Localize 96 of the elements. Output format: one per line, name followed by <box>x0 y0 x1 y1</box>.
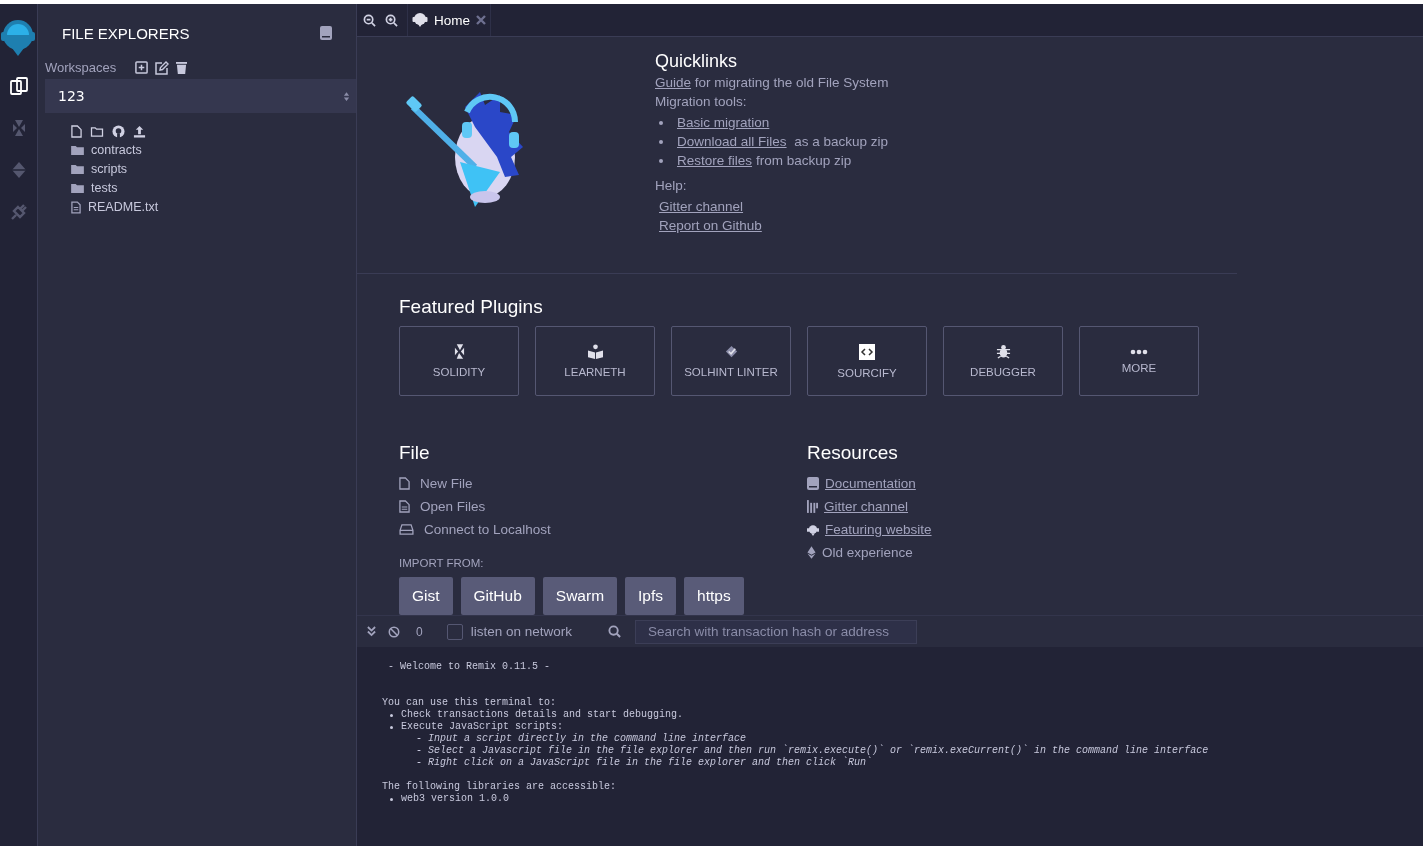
workspaces-label: Workspaces <box>45 60 117 75</box>
import-button[interactable]: Gist <box>399 577 453 615</box>
close-icon[interactable] <box>476 15 486 25</box>
help-label: Help: <box>655 178 688 193</box>
sort-icon <box>343 90 350 102</box>
ethereum-icon <box>807 546 816 559</box>
bullet-icon <box>390 725 393 729</box>
reader-icon <box>587 344 603 359</box>
document-icon <box>399 500 410 513</box>
file-action[interactable]: Connect to Localhost <box>399 518 807 541</box>
resources-heading: Resources <box>807 442 899 464</box>
terminal-line: - Select a Javascript file in the file explorer and then run `remix.execute()` or `remix.exeCurrent()` in the command line interface <box>415 745 1210 757</box>
book-icon[interactable] <box>320 26 332 40</box>
folder-icon <box>71 164 84 174</box>
plugin-button[interactable]: SOLIDITY <box>399 326 519 396</box>
file-item[interactable]: README.txt <box>71 199 356 215</box>
github-icon[interactable] <box>112 124 125 138</box>
bullet-icon <box>659 120 663 125</box>
search-field[interactable]: Search with transaction hash or address <box>635 619 917 644</box>
plugin-button[interactable]: SOURCIFY <box>807 326 927 396</box>
import-label: IMPORT FROM: <box>399 557 485 569</box>
resource-link[interactable]: Documentation <box>825 476 916 491</box>
trash-icon[interactable] <box>176 61 188 74</box>
code-icon <box>859 343 875 360</box>
terminal-line: Execute JavaScript scripts: <box>401 721 564 733</box>
transaction-count: 0 <box>416 624 423 639</box>
clear-icon[interactable] <box>388 625 400 638</box>
terminal-line: - Welcome to Remix 0.11.5 - <box>387 661 552 673</box>
folder-icon <box>71 183 84 193</box>
migration-label: Migration tools: <box>655 94 748 109</box>
more-icon <box>1130 348 1148 355</box>
import-button[interactable]: GitHub <box>460 577 535 615</box>
workspace-select[interactable]: 123 <box>45 79 356 113</box>
terminal-line: - Right click on a JavaScript file in the file explorer and then click `Run` <box>415 757 873 769</box>
folder-icon <box>71 145 84 155</box>
listen-label: listen on network <box>470 624 572 639</box>
panel-title: FILE EXPLORERS <box>62 24 190 42</box>
plugin-button[interactable]: DEBUGGER <box>943 326 1063 396</box>
upload-icon[interactable] <box>133 124 146 138</box>
terminal-line: Check transactions details and start debugging. <box>401 709 684 721</box>
migration-link[interactable]: Basic migration <box>677 115 770 130</box>
listen-checkbox[interactable] <box>446 623 463 640</box>
file-action[interactable]: New File <box>399 472 807 495</box>
terminal-line: web3 version 1.0.0 <box>401 793 510 805</box>
file-explorer-icon[interactable] <box>8 76 29 96</box>
edit-icon[interactable] <box>155 60 170 75</box>
resource-link[interactable]: Featuring website <box>825 522 932 537</box>
zoom-in-icon[interactable] <box>385 13 398 27</box>
headset-icon <box>412 12 428 28</box>
help-link[interactable]: Gitter channel <box>659 199 744 214</box>
zoom-out-icon[interactable] <box>363 13 376 27</box>
drive-icon <box>399 524 414 535</box>
solidity-icon <box>453 344 465 359</box>
quicklinks-heading: Quicklinks <box>655 51 739 72</box>
plugin-button[interactable]: MORE <box>1079 326 1199 396</box>
new-file-icon[interactable] <box>71 124 82 138</box>
migration-text: from backup zip <box>756 153 852 168</box>
headset-icon <box>807 523 819 536</box>
terminal-line: The following libraries are accessible: <box>382 781 618 793</box>
check-diamond-icon <box>723 344 739 359</box>
bullet-icon <box>659 158 663 163</box>
folder-item[interactable]: tests <box>71 180 356 196</box>
file-icon <box>71 200 81 214</box>
bars-icon <box>807 500 818 513</box>
bullet-icon <box>390 713 393 717</box>
migration-link[interactable]: Restore files <box>677 153 753 168</box>
folder-item[interactable]: contracts <box>71 142 356 158</box>
migration-text: as a backup zip <box>793 134 889 149</box>
search-icon <box>608 625 621 638</box>
bullet-icon <box>659 139 663 144</box>
bullet-icon <box>390 797 393 801</box>
terminal-line: You can use this terminal to: <box>382 697 558 709</box>
bug-icon <box>995 344 1011 359</box>
file-action[interactable]: Open Files <box>399 495 807 518</box>
new-folder-icon[interactable] <box>90 125 104 137</box>
collapse-icon[interactable] <box>367 626 376 637</box>
import-button[interactable]: Swarm <box>542 577 618 615</box>
book-icon <box>807 477 819 490</box>
logo-icon <box>0 18 37 58</box>
guide-link[interactable]: Guide <box>655 75 692 90</box>
guide-text: for migrating the old File System <box>694 75 889 90</box>
plugin-button[interactable]: SOLHINT LINTER <box>671 326 791 396</box>
help-link[interactable]: Report on Github <box>659 218 762 233</box>
plugin-button[interactable]: LEARNETH <box>535 326 655 396</box>
import-button[interactable]: Ipfs <box>625 577 677 615</box>
file-icon <box>399 477 410 490</box>
import-button[interactable]: https <box>684 577 744 615</box>
add-icon[interactable] <box>135 61 149 74</box>
migration-link[interactable]: Download all Files <box>677 134 787 149</box>
file-heading: File <box>399 442 431 464</box>
home-tab[interactable]: Home <box>407 4 491 36</box>
resource-link[interactable]: Gitter channel <box>824 499 909 514</box>
resource-link[interactable]: Old experience <box>822 545 913 560</box>
terminal-line: - Input a script directly in the command line interface <box>415 733 748 745</box>
folder-item[interactable]: scripts <box>71 161 356 177</box>
featured-plugins-heading: Featured Plugins <box>399 296 544 318</box>
